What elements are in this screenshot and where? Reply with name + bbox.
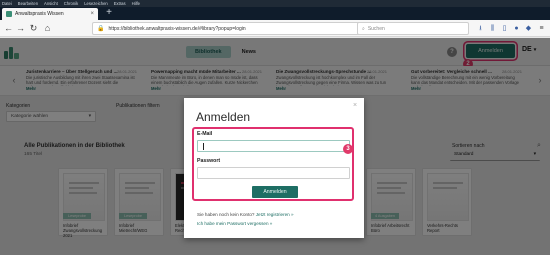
menu-help[interactable]: Hilfe xyxy=(132,0,140,7)
submit-login-button[interactable]: Anmelden xyxy=(252,186,298,198)
menu-history[interactable]: Chronik xyxy=(64,0,78,7)
text-cursor xyxy=(203,143,204,150)
lock-icon: 🔒 xyxy=(97,26,105,32)
favicon-icon xyxy=(6,11,12,17)
url-text: https://bibliothek.anwaltpraxis-wissen.d… xyxy=(108,25,246,32)
search-icon: ⌕ xyxy=(362,25,365,32)
password-label: Passwort xyxy=(197,158,221,164)
menu-view[interactable]: Ansicht xyxy=(44,0,58,7)
password-field[interactable] xyxy=(197,167,350,179)
search-placeholder: Suchen xyxy=(367,25,385,32)
account-icon[interactable]: ● xyxy=(512,23,521,34)
library-icon[interactable]: ⫼ xyxy=(488,23,497,34)
sidebar-icon[interactable]: ▯ xyxy=(500,23,509,34)
browser-tab[interactable]: Anwaltspraxis Wissen × xyxy=(2,8,98,20)
email-label: E-Mail xyxy=(197,131,213,137)
navigation-bar: ← → ↻ ⌂ 🔒 https://bibliothek.anwaltpraxi… xyxy=(0,20,550,37)
forgot-password-link[interactable]: Ich habe mein Passwort vergessen » xyxy=(197,221,272,226)
reload-icon[interactable]: ↻ xyxy=(28,23,39,34)
browser-tab-title: Anwaltspraxis Wissen xyxy=(15,11,64,17)
home-icon[interactable]: ⌂ xyxy=(42,23,53,34)
close-tab-icon[interactable]: × xyxy=(90,11,94,17)
menu-tools[interactable]: Extras xyxy=(114,0,126,7)
close-icon[interactable]: × xyxy=(353,102,357,109)
hamburger-menu-icon[interactable]: ≡ xyxy=(537,23,546,34)
menu-bar: Datei Bearbeiten Ansicht Chronik Lesezei… xyxy=(0,0,550,7)
menu-edit[interactable]: Bearbeiten xyxy=(18,0,38,7)
address-bar[interactable]: 🔒 https://bibliothek.anwaltpraxis-wissen… xyxy=(92,22,397,35)
step-badge-form: 3 xyxy=(343,144,353,154)
menu-bookmarks[interactable]: Lesezeichen xyxy=(84,0,108,7)
extension-icon[interactable]: ◆ xyxy=(524,23,533,34)
search-field[interactable]: ⌕ Suchen xyxy=(357,22,469,35)
dialog-title: Anmelden xyxy=(196,110,251,124)
tab-bar: Anwaltspraxis Wissen × xyxy=(0,7,550,20)
download-icon[interactable]: ⭳ xyxy=(476,23,485,34)
new-tab-button[interactable]: + xyxy=(104,7,114,19)
register-link[interactable]: Jetzt registrieren » xyxy=(256,212,294,217)
register-prompt: Sie haben noch kein Konto? Jetzt registr… xyxy=(197,212,294,217)
menu-file[interactable]: Datei xyxy=(2,0,12,7)
email-field[interactable] xyxy=(197,140,350,152)
forward-icon[interactable]: → xyxy=(15,23,26,34)
forgot-password-row: Ich habe mein Passwort vergessen » xyxy=(197,221,272,226)
no-account-text: Sie haben noch kein Konto? xyxy=(197,212,255,217)
back-icon[interactable]: ← xyxy=(3,23,14,34)
